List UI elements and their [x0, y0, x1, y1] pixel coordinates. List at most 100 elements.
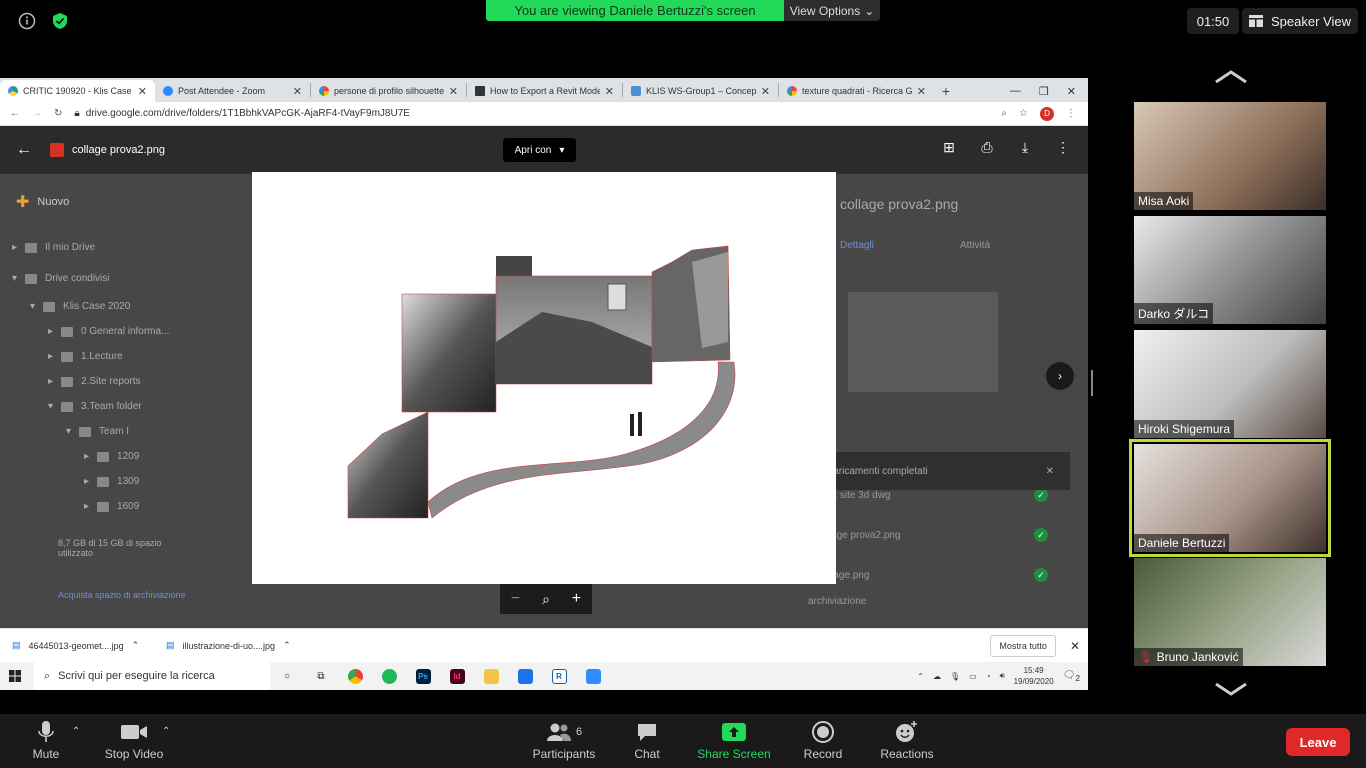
chevron-up-icon[interactable]: ⌃ [283, 640, 291, 651]
windows-start-icon[interactable] [0, 670, 30, 682]
folder-item[interactable]: ▸ 2.Site reports [48, 376, 141, 387]
network-icon[interactable]: ◔ [986, 672, 991, 681]
add-comment-icon[interactable]: ⊞ [940, 138, 958, 156]
video-tile-active-speaker[interactable]: Daniele Bertuzzi [1129, 439, 1331, 557]
folder-item[interactable]: ▸ 1.Lecture [48, 351, 123, 362]
reactions-button[interactable]: Reactions [876, 714, 938, 768]
scroll-down-chevron-icon[interactable] [1214, 682, 1248, 701]
folder-item[interactable]: ▸ 0 General informa... [48, 326, 169, 337]
folder-item[interactable]: ▾ Team I [66, 426, 129, 437]
info-icon[interactable] [16, 10, 38, 32]
chat-button[interactable]: Chat [624, 714, 670, 768]
encryption-shield-icon[interactable] [49, 10, 71, 32]
leave-button[interactable]: Leave [1286, 728, 1350, 756]
browser-tab[interactable]: Post Attendee - Zoom ✕ [155, 80, 310, 102]
video-tile[interactable]: Hiroki Shigemura [1134, 330, 1326, 438]
close-icon[interactable]: ✕ [449, 85, 458, 98]
browser-tab[interactable]: KLIS WS-Group1 – Concepts ✕ [623, 80, 778, 102]
battery-icon[interactable]: ▭ [969, 672, 977, 681]
revit-icon[interactable]: R [542, 662, 576, 690]
sidebar-item-klis[interactable]: ▾ Klis Case 2020 [30, 301, 130, 312]
stop-video-button[interactable]: Stop Video [100, 714, 168, 768]
taskbar-search[interactable]: ⌕ Scrivi qui per eseguire la ricerca [34, 662, 270, 690]
video-tile[interactable]: Misa Aoki [1134, 102, 1326, 210]
view-options-button[interactable]: View Options ⌄ [784, 0, 880, 21]
photoshop-icon[interactable]: Ps [406, 662, 440, 690]
more-options-icon[interactable]: ⋮ [1054, 138, 1072, 156]
download-item[interactable]: ▤ 46445013-geomet....jpg ⌃ [12, 640, 152, 651]
audio-options-chevron-icon[interactable]: ⌃ [72, 726, 80, 737]
show-all-button[interactable]: Mostra tutto [990, 634, 1056, 657]
record-button[interactable]: Record [800, 714, 846, 768]
view-options-label: View Options [789, 3, 861, 18]
video-tile[interactable]: Darko ダルコ [1134, 216, 1326, 324]
url-field[interactable]: 🔒︎ drive.google.com/drive/folders/1T1Bbh… [74, 108, 410, 119]
close-icon[interactable]: ✕ [605, 85, 614, 98]
browser-tab[interactable]: persone di profilo silhouette ✕ [311, 80, 466, 102]
print-icon[interactable]: ⎙ [978, 138, 996, 156]
profile-avatar[interactable]: D [1040, 106, 1054, 121]
cloud-icon[interactable]: ☁ [933, 672, 941, 681]
cortana-icon[interactable]: ○ [270, 662, 304, 690]
volume-icon[interactable]: 🔊︎ [1000, 671, 1005, 681]
reload-icon[interactable]: ↻ [54, 108, 62, 119]
taskbar-clock[interactable]: 15:49 19/09/2020 [1014, 665, 1054, 687]
zoom-app-icon[interactable] [576, 662, 610, 690]
window-close-icon[interactable]: ✕ [1067, 85, 1076, 98]
participant-name: Daniele Bertuzzi [1134, 534, 1230, 552]
close-icon[interactable]: ✕ [293, 85, 302, 98]
download-filename: 46445013-geomet....jpg [28, 640, 124, 651]
spotify-icon[interactable] [372, 662, 406, 690]
indesign-icon[interactable]: Id [440, 662, 474, 690]
chevron-up-icon[interactable]: ⌃ [917, 672, 924, 681]
sidebar-item-my-drive[interactable]: ▸ Il mio Drive [12, 242, 95, 253]
sidebar-item-shared[interactable]: ▾ Drive condivisi [12, 273, 110, 284]
back-arrow-icon[interactable]: ← [16, 141, 32, 159]
zoom-lens-icon[interactable]: ⌕ [1001, 108, 1007, 119]
mute-button[interactable]: Mute [24, 714, 68, 768]
video-tile[interactable]: 🎙︎ Bruno Janković [1134, 558, 1326, 666]
photos-icon[interactable] [508, 662, 542, 690]
star-icon[interactable]: ☆ [1019, 108, 1028, 119]
next-file-button[interactable]: › [1046, 362, 1074, 390]
chevron-up-icon[interactable]: ⌃ [132, 640, 140, 651]
microphone-icon[interactable]: 🎙︎ [950, 672, 960, 681]
close-icon[interactable]: ✕ [761, 85, 770, 98]
folder-item[interactable]: ▸ 1609 [84, 501, 139, 512]
maximize-icon[interactable]: ❐ [1039, 85, 1049, 98]
open-with-button[interactable]: Apri con ▾ [503, 138, 576, 162]
video-options-chevron-icon[interactable]: ⌃ [162, 726, 170, 737]
browser-tab[interactable]: CRITIC 190920 - Klis Case 2020 ✕ [0, 80, 155, 102]
download-item[interactable]: ▤ illustrazione-di-uo....jpg ⌃ [166, 640, 306, 651]
close-icon[interactable]: ✕ [1070, 639, 1088, 653]
participants-button[interactable]: 6 Participants [528, 714, 600, 768]
kebab-menu-icon[interactable]: ⋮ [1066, 108, 1076, 119]
file-explorer-icon[interactable] [474, 662, 508, 690]
back-arrow-icon[interactable]: ← [10, 108, 20, 119]
browser-tab[interactable]: texture quadrati - Ricerca Go ✕ [779, 80, 934, 102]
browser-tab[interactable]: How to Export a Revit Model ✕ [467, 80, 622, 102]
tab-details[interactable]: Dettagli [840, 240, 874, 251]
buy-storage-link[interactable]: Acquista spazio di archiviazione [58, 590, 188, 600]
minimize-icon[interactable]: — [1010, 85, 1021, 97]
folder-item[interactable]: ▾ 3.Team folder [48, 401, 142, 412]
zoom-in-icon[interactable]: + [572, 590, 581, 608]
zoom-out-icon[interactable]: − [511, 590, 520, 608]
new-button[interactable]: ✚ Nuovo [16, 192, 69, 212]
new-tab-button[interactable]: + [934, 80, 958, 102]
notification-icon[interactable]: 🗨︎2 [1063, 670, 1080, 683]
folder-item[interactable]: ▸ 1209 [84, 451, 139, 462]
close-icon[interactable]: ✕ [1046, 466, 1070, 477]
speaker-view-button[interactable]: Speaker View [1242, 8, 1358, 34]
close-icon[interactable]: ✕ [917, 85, 926, 98]
forward-arrow-icon[interactable]: → [32, 108, 42, 119]
task-view-icon[interactable]: ⧉ [304, 662, 338, 690]
tab-activity[interactable]: Attività [960, 240, 990, 251]
close-icon[interactable]: ✕ [138, 85, 147, 98]
share-screen-button[interactable]: Share Screen [694, 714, 774, 768]
download-icon[interactable]: ⤓ [1016, 138, 1034, 156]
magnifier-icon[interactable]: ⌕ [542, 591, 550, 608]
folder-item[interactable]: ▸ 1309 [84, 476, 139, 487]
split-resize-handle[interactable] [1091, 370, 1093, 396]
chrome-icon[interactable] [338, 662, 372, 690]
